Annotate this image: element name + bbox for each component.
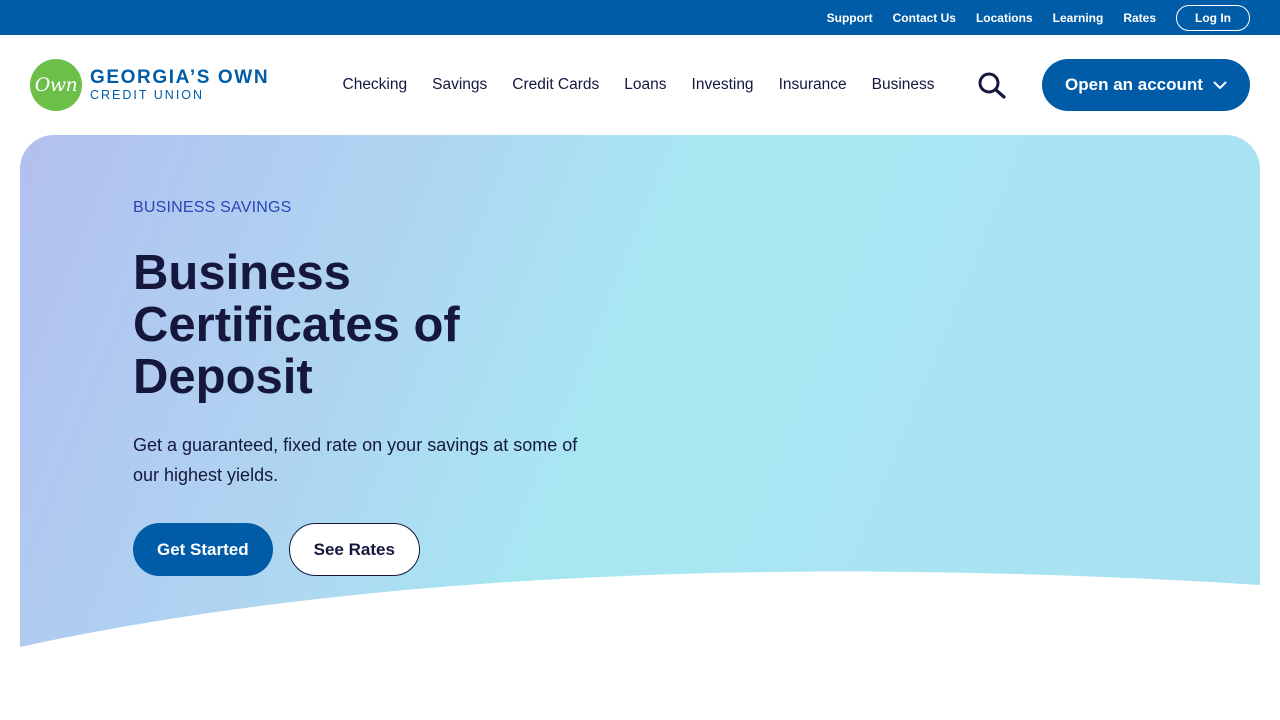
logo-line-2: CREDIT UNION: [90, 87, 205, 102]
chevron-down-icon: [1213, 81, 1227, 89]
utility-link-rates[interactable]: Rates: [1123, 11, 1156, 25]
utility-link-locations[interactable]: Locations: [976, 11, 1033, 25]
logo-mark-text: Own: [34, 74, 78, 96]
logo-line-1: GEORGIA’S OWN: [90, 66, 270, 88]
open-account-label: Open an account: [1065, 75, 1203, 94]
utility-link-contact-us[interactable]: Contact Us: [893, 11, 956, 25]
search-icon: [978, 72, 1006, 99]
hero-actions: Get Started See Rates: [133, 523, 420, 576]
hero-content: BUSINESS SAVINGS Business Certificates o…: [133, 199, 593, 490]
utility-nav: Support Contact Us Locations Learning Ra…: [827, 0, 1250, 35]
hero-title: Business Certificates of Deposit: [133, 246, 460, 404]
nav-item-loans[interactable]: Loans: [624, 76, 666, 94]
nav-item-savings[interactable]: Savings: [432, 76, 487, 94]
nav-item-business[interactable]: Business: [872, 76, 935, 94]
nav-item-credit-cards[interactable]: Credit Cards: [512, 76, 599, 94]
search-button[interactable]: [972, 68, 1012, 102]
logo[interactable]: Own GEORGIA’S OWN CREDIT UNION: [30, 58, 269, 112]
utility-link-support[interactable]: Support: [827, 11, 873, 25]
see-rates-button[interactable]: See Rates: [288, 523, 420, 576]
hero-eyebrow: BUSINESS SAVINGS: [133, 199, 292, 216]
hero-description: Get a guaranteed, fixed rate on your sav…: [133, 435, 578, 485]
utility-bar: Support Contact Us Locations Learning Ra…: [0, 0, 1280, 35]
logo-wordmark: GEORGIA’S OWN CREDIT UNION: [90, 66, 270, 103]
open-account-button[interactable]: Open an account: [1042, 59, 1250, 111]
login-button[interactable]: Log In: [1176, 4, 1250, 31]
get-started-button[interactable]: Get Started: [133, 523, 273, 576]
nav-item-checking[interactable]: Checking: [343, 76, 408, 94]
hero-banner: BUSINESS SAVINGS Business Certificates o…: [20, 135, 1260, 655]
utility-link-learning[interactable]: Learning: [1053, 11, 1104, 25]
primary-nav: Checking Savings Credit Cards Loans Inve…: [330, 35, 947, 135]
main-header: Own GEORGIA’S OWN CREDIT UNION Checking …: [0, 35, 1280, 135]
nav-item-insurance[interactable]: Insurance: [779, 76, 847, 94]
nav-item-investing[interactable]: Investing: [692, 76, 754, 94]
logo-mark: Own: [30, 59, 82, 111]
